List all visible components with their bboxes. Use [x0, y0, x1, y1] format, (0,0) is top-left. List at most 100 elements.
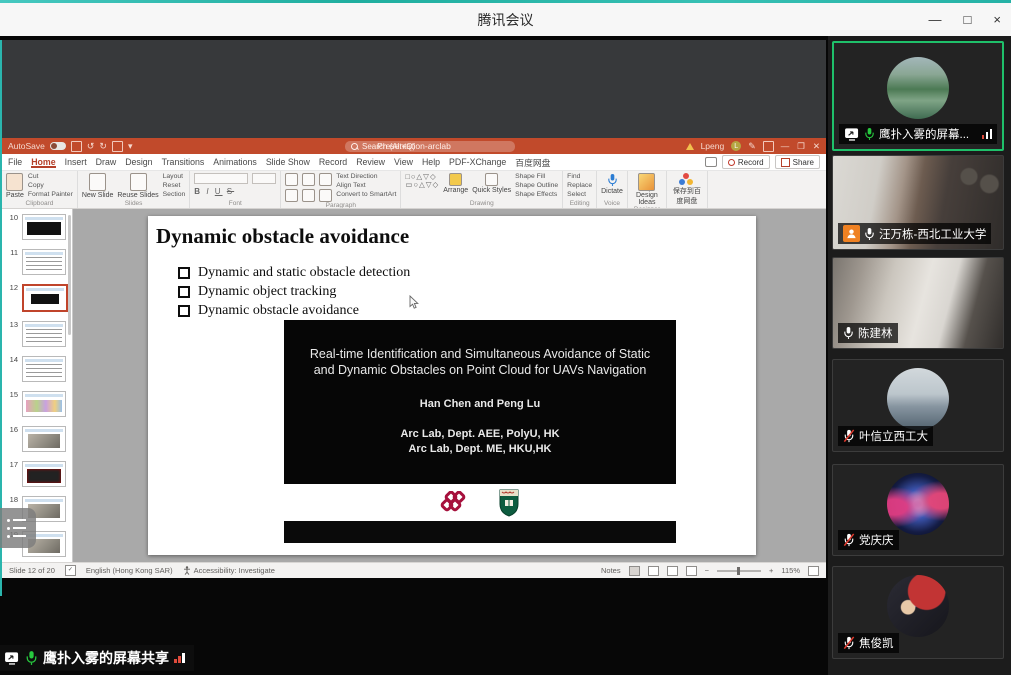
spellcheck-icon[interactable]: ✓ [65, 565, 76, 576]
columns-icon[interactable] [319, 189, 332, 202]
bullets-icon[interactable] [285, 173, 298, 186]
tab-slide-show[interactable]: Slide Show [266, 157, 310, 167]
tab-file[interactable]: File [8, 157, 22, 167]
tab-review[interactable]: Review [356, 157, 385, 167]
pen-icon[interactable]: ✎ [748, 142, 756, 151]
tab-help[interactable]: Help [422, 157, 440, 167]
slide-thumb-11[interactable]: 11 [7, 249, 68, 275]
tab-view[interactable]: View [394, 157, 413, 167]
quick-styles-button[interactable]: Quick Styles [472, 173, 511, 194]
slide-thumb-12-selected[interactable]: 12 [7, 284, 68, 312]
zoom-level[interactable]: 115% [781, 566, 800, 575]
bold-button[interactable]: B [194, 187, 202, 196]
replace-button[interactable]: Replace [567, 182, 592, 189]
align-left-icon[interactable] [285, 189, 298, 202]
shape-fill-button[interactable]: Shape Fill [515, 173, 558, 180]
present-icon[interactable] [112, 141, 123, 152]
reset-button[interactable]: Reset [163, 182, 186, 189]
slide-thumb-15[interactable]: 15 [7, 391, 68, 417]
tab-home[interactable]: Home [31, 157, 55, 168]
cut-button[interactable]: Cut [28, 173, 73, 180]
ppt-close-button[interactable]: ✕ [813, 141, 820, 152]
shapes-gallery[interactable]: □○△▽◇ ▭○△▽◇ [405, 173, 439, 189]
align-text-button[interactable]: Align Text [336, 182, 396, 189]
tab-transitions[interactable]: Transitions [162, 157, 205, 167]
warning-icon[interactable] [686, 143, 694, 150]
format-painter-button[interactable]: Format Painter [28, 191, 73, 198]
slide-sorter-view-icon[interactable] [648, 566, 659, 576]
slide-thumb-17[interactable]: 17 [7, 461, 68, 487]
participant-tile-sharer[interactable]: 鹰扑入雾的屏幕... [832, 41, 1004, 151]
save-to-baidu-button[interactable]: 保存到百度网盘 [671, 173, 703, 206]
tab-baidu-netdisk[interactable]: 百度网盘 [515, 156, 550, 169]
save-icon[interactable] [71, 141, 82, 152]
numbering-icon[interactable] [302, 173, 315, 186]
ppt-restore-button[interactable]: ❐ [797, 141, 805, 152]
account-avatar[interactable]: L [731, 141, 741, 151]
strikethrough-button[interactable]: S [227, 187, 234, 196]
tab-animations[interactable]: Animations [213, 157, 257, 167]
participant-tile-avatar[interactable]: 焦俊凯 [832, 566, 1004, 659]
notes-button[interactable]: Notes [601, 566, 621, 575]
display-settings-icon[interactable] [763, 141, 774, 152]
comments-icon[interactable] [705, 157, 717, 167]
slideshow-view-icon[interactable] [686, 566, 697, 576]
zoom-in-button[interactable]: + [769, 566, 773, 575]
zoom-slider[interactable] [717, 570, 761, 572]
tab-design[interactable]: Design [125, 157, 152, 167]
slide-thumb-10[interactable]: 10 [7, 214, 68, 240]
select-button[interactable]: Select [567, 191, 592, 198]
paste-button[interactable]: Paste [6, 173, 24, 199]
record-button[interactable]: Record [722, 155, 770, 169]
section-button[interactable]: Section [163, 191, 186, 198]
italic-button[interactable]: I [206, 187, 210, 196]
shape-effects-button[interactable]: Shape Effects [515, 191, 558, 198]
meeting-panel-toggle[interactable] [0, 508, 36, 548]
slide-thumb-13[interactable]: 13 [7, 321, 68, 347]
embedded-video-frame[interactable]: Real-time Identification and Simultaneou… [284, 320, 676, 484]
meeting-titlebar[interactable]: 腾讯会议 — □ × [0, 3, 1011, 37]
close-button[interactable]: × [993, 12, 1001, 27]
participant-tile-avatar[interactable]: 叶信立西工大 [832, 359, 1004, 452]
text-direction-button[interactable]: Text Direction [336, 173, 396, 180]
arrange-button[interactable]: Arrange [443, 173, 468, 194]
underline-button[interactable]: U [215, 187, 223, 196]
accessibility-status[interactable]: Accessibility: Investigate [183, 566, 275, 575]
thumbnail-scrollbar[interactable] [68, 215, 71, 335]
ppt-minimize-button[interactable]: — [781, 141, 790, 152]
undo-icon[interactable]: ↺ [87, 142, 95, 151]
maximize-button[interactable]: □ [964, 12, 972, 27]
slide-thumb-16[interactable]: 16 [7, 426, 68, 452]
minimize-button[interactable]: — [929, 12, 942, 27]
dictate-button[interactable]: Dictate [601, 173, 623, 195]
shape-outline-button[interactable]: Shape Outline [515, 182, 558, 189]
tab-pdf-xchange[interactable]: PDF-XChange [449, 157, 506, 167]
search-input[interactable]: Search (Alt+Q) [345, 141, 515, 152]
new-slide-button[interactable]: New Slide [82, 173, 114, 199]
font-name-select[interactable] [194, 173, 248, 184]
language-indicator[interactable]: English (Hong Kong SAR) [86, 566, 173, 575]
zoom-out-button[interactable]: − [705, 566, 709, 575]
redo-icon[interactable]: ↻ [99, 142, 107, 151]
find-button[interactable]: Find [567, 173, 592, 180]
reuse-slides-button[interactable]: Reuse Slides [117, 173, 158, 199]
slide-thumb-14[interactable]: 14 [7, 356, 68, 382]
layout-button[interactable]: Layout [163, 173, 186, 180]
account-name[interactable]: Lpeng [701, 141, 725, 151]
copy-button[interactable]: Copy [28, 182, 73, 189]
tab-record[interactable]: Record [319, 157, 347, 167]
participant-tile-video[interactable]: 汪万栋-西北工业大学 [832, 155, 1004, 250]
fit-to-window-icon[interactable] [808, 566, 819, 576]
autosave-toggle[interactable] [50, 142, 66, 150]
current-slide[interactable]: Dynamic obstacle avoidance Dynamic and s… [148, 216, 756, 555]
share-button[interactable]: Share [775, 155, 820, 169]
tab-draw[interactable]: Draw [96, 157, 117, 167]
tab-insert[interactable]: Insert [65, 157, 87, 167]
align-center-icon[interactable] [302, 189, 315, 202]
font-size-select[interactable] [252, 173, 276, 184]
reading-view-icon[interactable] [667, 566, 678, 576]
smartart-button[interactable]: Convert to SmartArt [336, 191, 396, 198]
design-ideas-button[interactable]: Design Ideas [632, 173, 662, 206]
participant-tile-video[interactable]: 陈建林 [832, 257, 1004, 349]
participant-tile-avatar[interactable]: 党庆庆 [832, 464, 1004, 556]
